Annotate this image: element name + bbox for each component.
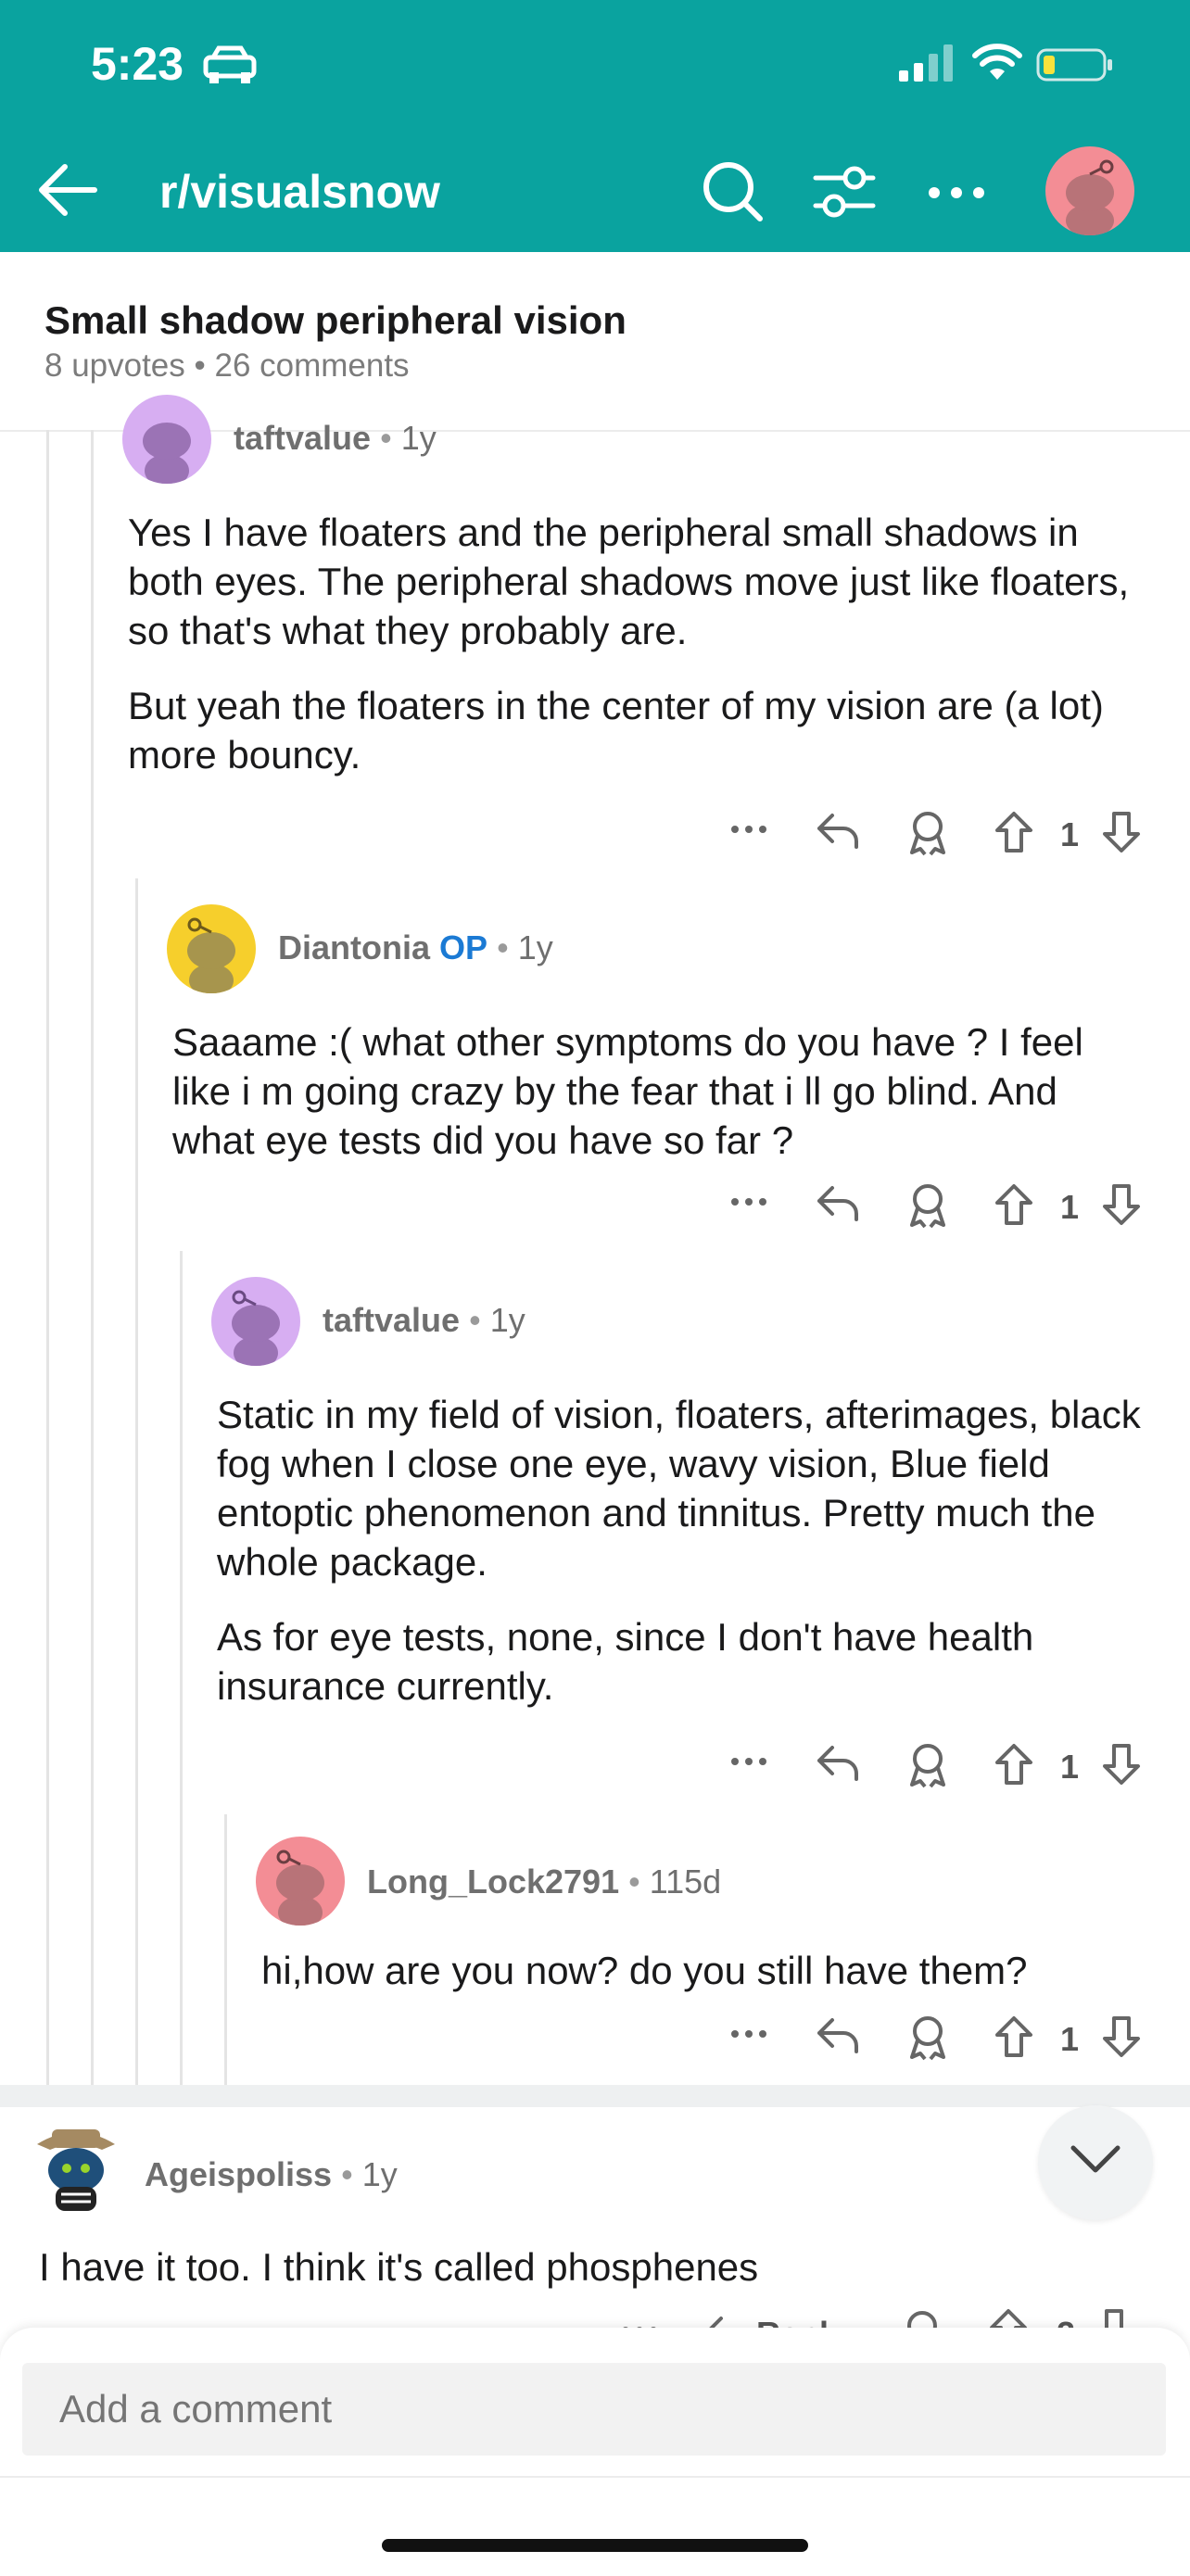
comment-bar	[0, 2328, 1190, 2476]
signal-icon	[899, 44, 953, 82]
status-time: 5:23	[91, 38, 184, 90]
subreddit-title[interactable]: r/visualsnow	[159, 165, 440, 219]
award-icon[interactable]	[905, 1742, 951, 1788]
reply-icon[interactable]	[816, 1182, 860, 1223]
more-options-icon[interactable]	[730, 1757, 767, 1766]
comment-paragraph: I have it too. I think it's called phosp…	[39, 2245, 759, 2289]
home-indicator[interactable]	[382, 2539, 808, 2552]
car-icon	[203, 45, 257, 83]
comment-paragraph: Static in my field of vision, floaters, …	[217, 1393, 1141, 1584]
battery-icon	[1036, 48, 1112, 82]
comment-meta: Ageispoliss • 1y	[145, 2155, 398, 2194]
vote-count: 1	[1060, 1748, 1080, 1786]
chevron-down-icon	[1070, 2145, 1120, 2173]
upvote-icon[interactable]	[994, 810, 1034, 854]
scroll-next-button[interactable]	[1038, 2105, 1153, 2220]
comment-meta: Long_Lock2791 • 115d	[367, 1863, 721, 1901]
more-options-icon[interactable]	[730, 2029, 767, 2039]
comment-actions: 1	[727, 2009, 1153, 2065]
downvote-icon[interactable]	[1101, 1182, 1142, 1227]
thread-line[interactable]	[46, 430, 49, 2085]
more-options-icon[interactable]	[730, 1197, 767, 1206]
comment-paragraph: But yeah the floaters in the center of m…	[128, 684, 1104, 777]
search-icon[interactable]	[701, 159, 766, 224]
back-arrow-icon[interactable]	[35, 159, 100, 221]
thread-line[interactable]	[135, 878, 138, 2085]
username[interactable]: taftvalue	[323, 1301, 460, 1339]
post-meta: 8 upvotes • 26 comments	[44, 347, 410, 384]
upvote-icon[interactable]	[994, 1742, 1034, 1787]
comment-age: 1y	[361, 2155, 398, 2193]
award-icon[interactable]	[905, 1182, 951, 1229]
comment-age: 1y	[400, 419, 437, 457]
comment-paragraph: As for eye tests, none, since I don't ha…	[217, 1615, 1034, 1708]
filter-icon[interactable]	[812, 163, 877, 221]
op-badge: OP	[439, 928, 488, 966]
avatar[interactable]	[122, 395, 211, 484]
avatar[interactable]	[28, 2116, 124, 2213]
comment-actions: 1	[727, 1177, 1153, 1232]
thread-separator	[0, 2085, 1190, 2107]
more-options-icon[interactable]	[730, 825, 767, 834]
award-icon[interactable]	[905, 2014, 951, 2061]
vote-count: 1	[1060, 1188, 1080, 1226]
thread-line[interactable]	[224, 1814, 227, 2085]
upvote-icon[interactable]	[994, 2014, 1034, 2059]
app-header: 5:23 r/visualsnow	[0, 0, 1190, 252]
vote-count: 1	[1060, 2020, 1080, 2058]
comment-age: 115d	[649, 1863, 722, 1900]
comment-body: Static in my field of vision, floaters, …	[217, 1390, 1144, 1736]
comment-meta: Diantonia OP • 1y	[278, 928, 553, 967]
separator-dot: •	[469, 1301, 481, 1339]
username[interactable]: taftvalue	[234, 419, 371, 457]
username[interactable]: Diantonia	[278, 928, 430, 966]
reply-icon[interactable]	[816, 2014, 860, 2055]
wifi-icon	[972, 44, 1022, 80]
comment-body: Yes I have floaters and the peripheral s…	[128, 508, 1157, 805]
downvote-icon[interactable]	[1101, 2014, 1142, 2059]
comment-age: 1y	[489, 1301, 525, 1339]
comment-actions: 1	[727, 1736, 1153, 1792]
avatar[interactable]	[167, 904, 256, 993]
comment-paragraph: hi,how are you now? do you still have th…	[261, 1949, 1028, 1992]
avatar[interactable]	[211, 1277, 300, 1366]
thread-line[interactable]	[180, 1251, 183, 2085]
separator-dot: •	[628, 1863, 640, 1900]
avatar[interactable]	[256, 1837, 345, 1926]
upvote-icon[interactable]	[994, 1182, 1034, 1227]
comment-age: 1y	[517, 928, 553, 966]
username[interactable]: Ageispoliss	[145, 2155, 332, 2193]
downvote-icon[interactable]	[1101, 810, 1142, 854]
user-avatar[interactable]	[1045, 146, 1134, 235]
comment-meta: taftvalue • 1y	[234, 419, 437, 458]
comment-paragraph: Yes I have floaters and the peripheral s…	[128, 511, 1130, 652]
reply-icon[interactable]	[816, 1742, 860, 1783]
reply-icon[interactable]	[816, 810, 860, 851]
add-comment-input[interactable]	[22, 2363, 1166, 2456]
separator-dot: •	[341, 2155, 353, 2193]
bottom-safe-area	[0, 2476, 1190, 2576]
more-options-icon[interactable]	[927, 185, 986, 200]
downvote-icon[interactable]	[1101, 1742, 1142, 1787]
comment-body: Saaame :( what other symptoms do you hav…	[172, 1017, 1136, 1191]
award-icon[interactable]	[905, 810, 951, 856]
comment-meta: taftvalue • 1y	[323, 1301, 525, 1340]
separator-dot: •	[497, 928, 509, 966]
username[interactable]: Long_Lock2791	[367, 1863, 619, 1900]
comment-paragraph: Saaame :( what other symptoms do you hav…	[172, 1020, 1083, 1162]
thread-line[interactable]	[91, 430, 94, 2085]
post-title[interactable]: Small shadow peripheral vision	[44, 298, 627, 343]
separator-dot: •	[380, 419, 392, 457]
vote-count: 1	[1060, 815, 1080, 853]
comment-actions: 1	[727, 804, 1153, 860]
